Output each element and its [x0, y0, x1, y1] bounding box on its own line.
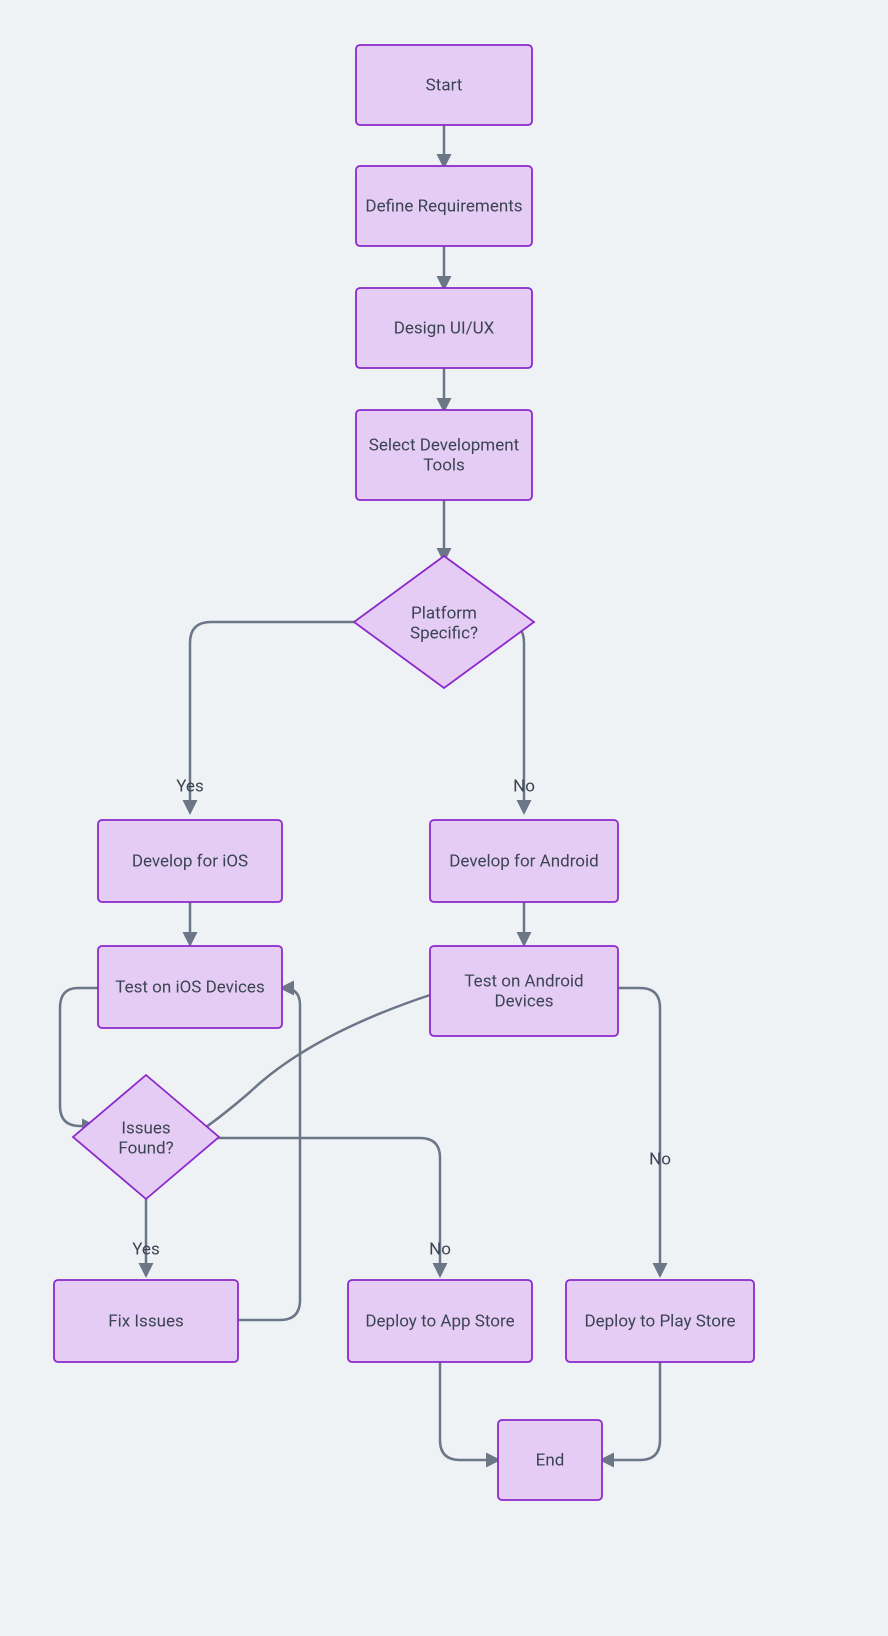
node-ios: Develop for iOS	[98, 820, 282, 902]
node-ios-label: Develop for iOS	[132, 851, 248, 871]
node-start-label: Start	[426, 75, 463, 95]
node-testandroid: Test on Android Devices	[430, 946, 618, 1036]
edge-fix-testios	[238, 988, 300, 1320]
node-select: Select Development Tools	[356, 410, 532, 500]
node-end: End	[498, 1420, 602, 1500]
edge-issues-deployapp	[217, 1138, 440, 1275]
flowchart: Yes No No Yes No Start Define Requiremen…	[0, 0, 888, 1636]
node-deployplay-label: Deploy to Play Store	[584, 1311, 735, 1331]
node-deployapp: Deploy to App Store	[348, 1280, 532, 1362]
node-fix-label: Fix Issues	[108, 1311, 184, 1331]
node-select-label-2: Tools	[423, 455, 465, 475]
node-end-label: End	[536, 1450, 565, 1470]
node-issues-decision: Issues Found?	[73, 1075, 219, 1199]
node-platform-label-1: Platform	[411, 603, 477, 623]
node-select-label-1: Select Development	[369, 435, 519, 455]
node-issues-label-2: Found?	[118, 1138, 173, 1158]
edge-label-issues-yes: Yes	[132, 1239, 159, 1259]
edge-deployplay-end	[602, 1362, 660, 1460]
node-platform-label-2: Specific?	[410, 623, 478, 643]
edge-label-no: No	[513, 776, 535, 796]
node-testios-label: Test on iOS Devices	[115, 977, 264, 997]
edge-testios-issues	[60, 988, 98, 1126]
node-testandroid-label-2: Devices	[494, 991, 553, 1011]
node-design: Design UI/UX	[356, 288, 532, 368]
edge-testandroid-deployplay	[618, 988, 660, 1275]
node-testandroid-label-1: Test on Android	[464, 971, 583, 991]
node-deployapp-label: Deploy to App Store	[365, 1311, 514, 1331]
node-android-label: Develop for Android	[449, 851, 598, 871]
node-fix: Fix Issues	[54, 1280, 238, 1362]
node-define: Define Requirements	[356, 166, 532, 246]
edge-label-testandroid-no: No	[649, 1149, 671, 1169]
edge-label-issues-no: No	[429, 1239, 451, 1259]
node-deployplay: Deploy to Play Store	[566, 1280, 754, 1362]
node-platform-decision: Platform Specific?	[354, 556, 534, 688]
node-start: Start	[356, 45, 532, 125]
node-android: Develop for Android	[430, 820, 618, 902]
edge-platform-ios	[190, 622, 358, 812]
node-testios: Test on iOS Devices	[98, 946, 282, 1028]
node-design-label: Design UI/UX	[394, 318, 495, 338]
node-define-label: Define Requirements	[365, 196, 522, 216]
node-issues-label-1: Issues	[121, 1118, 170, 1138]
edge-deployapp-end	[440, 1362, 498, 1460]
edge-label-yes: Yes	[176, 776, 203, 796]
